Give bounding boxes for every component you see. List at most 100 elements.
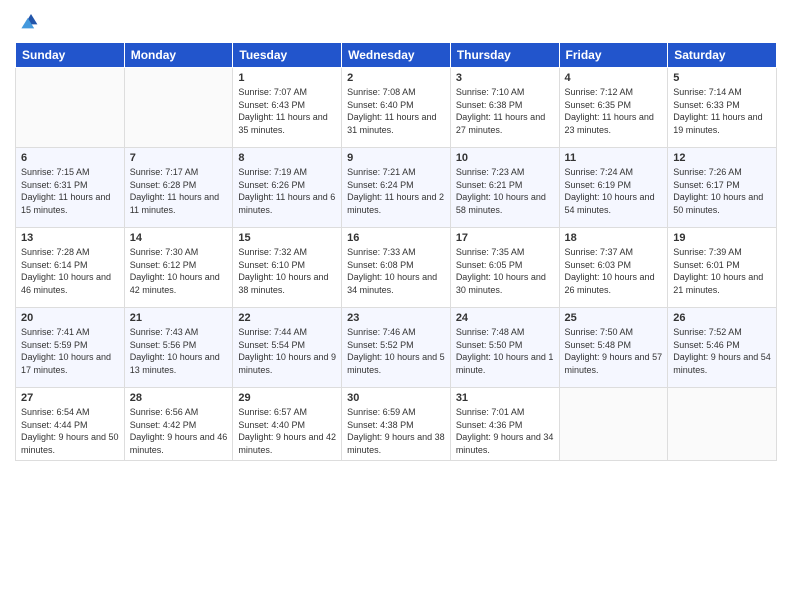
day-number: 25 <box>565 312 663 324</box>
calendar-cell: 4 Sunrise: 7:12 AMSunset: 6:35 PMDaylight… <box>559 68 668 148</box>
calendar-cell: 19 Sunrise: 7:39 AMSunset: 6:01 PMDayligh… <box>668 228 777 308</box>
day-info: Sunrise: 7:33 AMSunset: 6:08 PMDaylight:… <box>347 246 445 296</box>
day-info: Sunrise: 7:24 AMSunset: 6:19 PMDaylight:… <box>565 166 663 216</box>
logo <box>15 10 43 34</box>
day-header: Sunday <box>16 43 125 68</box>
day-header: Friday <box>559 43 668 68</box>
day-info: Sunrise: 7:14 AMSunset: 6:33 PMDaylight:… <box>673 86 771 136</box>
day-number: 21 <box>130 312 228 324</box>
day-info: Sunrise: 7:46 AMSunset: 5:52 PMDaylight:… <box>347 326 445 376</box>
day-number: 23 <box>347 312 445 324</box>
day-info: Sunrise: 7:15 AMSunset: 6:31 PMDaylight:… <box>21 166 119 216</box>
calendar-cell: 7Sunrise: 7:17 AMSunset: 6:28 PMDaylight… <box>124 148 233 228</box>
day-number: 12 <box>673 152 771 164</box>
day-info: Sunrise: 7:23 AMSunset: 6:21 PMDaylight:… <box>456 166 554 216</box>
day-number: 5 <box>673 72 771 84</box>
day-info: Sunrise: 7:26 AMSunset: 6:17 PMDaylight:… <box>673 166 771 216</box>
day-number: 26 <box>673 312 771 324</box>
calendar-cell: 9 Sunrise: 7:21 AMSunset: 6:24 PMDaylight… <box>342 148 451 228</box>
calendar-cell: 14 Sunrise: 7:30 AMSunset: 6:12 PMDayligh… <box>124 228 233 308</box>
day-number: 6 <box>21 152 119 164</box>
day-number: 15 <box>238 232 336 244</box>
calendar-cell: 30 Sunrise: 6:59 AMSunset: 4:38 PMDayligh… <box>342 388 451 461</box>
day-number: 24 <box>456 312 554 324</box>
day-info: Sunrise: 7:37 AMSunset: 6:03 PMDaylight:… <box>565 246 663 296</box>
day-info: Sunrise: 7:08 AMSunset: 6:40 PMDaylight:… <box>347 86 445 136</box>
day-info: Sunrise: 7:12 AMSunset: 6:35 PMDaylight:… <box>565 86 663 136</box>
day-info: Sunrise: 7:44 AMSunset: 5:54 PMDaylight:… <box>238 326 336 376</box>
calendar-cell: 15 Sunrise: 7:32 AMSunset: 6:10 PMDayligh… <box>233 228 342 308</box>
day-header: Saturday <box>668 43 777 68</box>
day-info: Sunrise: 7:50 AMSunset: 5:48 PMDaylight:… <box>565 326 663 376</box>
day-number: 14 <box>130 232 228 244</box>
day-info: Sunrise: 7:35 AMSunset: 6:05 PMDaylight:… <box>456 246 554 296</box>
day-info: Sunrise: 7:30 AMSunset: 6:12 PMDaylight:… <box>130 246 228 296</box>
day-info: Sunrise: 7:19 AMSunset: 6:26 PMDaylight:… <box>238 166 336 216</box>
day-info: Sunrise: 7:10 AMSunset: 6:38 PMDaylight:… <box>456 86 554 136</box>
day-number: 11 <box>565 152 663 164</box>
day-number: 9 <box>347 152 445 164</box>
calendar-cell: 25 Sunrise: 7:50 AMSunset: 5:48 PMDayligh… <box>559 308 668 388</box>
day-number: 19 <box>673 232 771 244</box>
day-number: 20 <box>21 312 119 324</box>
calendar-cell: 26 Sunrise: 7:52 AMSunset: 5:46 PMDayligh… <box>668 308 777 388</box>
day-number: 1 <box>238 72 336 84</box>
day-number: 30 <box>347 392 445 404</box>
calendar-cell: 13Sunrise: 7:28 AMSunset: 6:14 PMDayligh… <box>16 228 125 308</box>
calendar-cell: 21 Sunrise: 7:43 AMSunset: 5:56 PMDayligh… <box>124 308 233 388</box>
calendar-cell: 3 Sunrise: 7:10 AMSunset: 6:38 PMDaylight… <box>450 68 559 148</box>
day-number: 8 <box>238 152 336 164</box>
day-number: 29 <box>238 392 336 404</box>
calendar-cell: 12 Sunrise: 7:26 AMSunset: 6:17 PMDayligh… <box>668 148 777 228</box>
day-info: Sunrise: 7:48 AMSunset: 5:50 PMDaylight:… <box>456 326 554 376</box>
calendar-cell: 27 Sunrise: 6:54 AMSunset: 4:44 PMDayligh… <box>16 388 125 461</box>
calendar-cell: 28 Sunrise: 6:56 AMSunset: 4:42 PMDayligh… <box>124 388 233 461</box>
day-header: Wednesday <box>342 43 451 68</box>
day-info: Sunrise: 7:52 AMSunset: 5:46 PMDaylight:… <box>673 326 771 376</box>
day-number: 4 <box>565 72 663 84</box>
logo-icon <box>15 10 39 34</box>
day-number: 3 <box>456 72 554 84</box>
calendar-cell: 6 Sunrise: 7:15 AMSunset: 6:31 PMDaylight… <box>16 148 125 228</box>
calendar-cell: 31 Sunrise: 7:01 AMSunset: 4:36 PMDayligh… <box>450 388 559 461</box>
day-info: Sunrise: 7:41 AMSunset: 5:59 PMDaylight:… <box>21 326 119 376</box>
day-number: 31 <box>456 392 554 404</box>
calendar-cell <box>559 388 668 461</box>
day-info: Sunrise: 7:17 AMSunset: 6:28 PMDaylight:… <box>130 166 228 216</box>
day-number: 27 <box>21 392 119 404</box>
calendar-cell: 23 Sunrise: 7:46 AMSunset: 5:52 PMDayligh… <box>342 308 451 388</box>
calendar-cell <box>124 68 233 148</box>
day-info: Sunrise: 7:39 AMSunset: 6:01 PMDaylight:… <box>673 246 771 296</box>
calendar-cell: 11 Sunrise: 7:24 AMSunset: 6:19 PMDayligh… <box>559 148 668 228</box>
day-number: 2 <box>347 72 445 84</box>
calendar-cell: 5 Sunrise: 7:14 AMSunset: 6:33 PMDaylight… <box>668 68 777 148</box>
day-number: 22 <box>238 312 336 324</box>
day-header: Tuesday <box>233 43 342 68</box>
calendar-cell <box>16 68 125 148</box>
day-info: Sunrise: 7:21 AMSunset: 6:24 PMDaylight:… <box>347 166 445 216</box>
day-info: Sunrise: 6:56 AMSunset: 4:42 PMDaylight:… <box>130 406 228 456</box>
calendar-cell: 2 Sunrise: 7:08 AMSunset: 6:40 PMDaylight… <box>342 68 451 148</box>
day-info: Sunrise: 7:43 AMSunset: 5:56 PMDaylight:… <box>130 326 228 376</box>
day-number: 28 <box>130 392 228 404</box>
day-info: Sunrise: 6:57 AMSunset: 4:40 PMDaylight:… <box>238 406 336 456</box>
day-number: 17 <box>456 232 554 244</box>
day-info: Sunrise: 7:32 AMSunset: 6:10 PMDaylight:… <box>238 246 336 296</box>
day-info: Sunrise: 7:07 AMSunset: 6:43 PMDaylight:… <box>238 86 336 136</box>
calendar-cell: 22 Sunrise: 7:44 AMSunset: 5:54 PMDayligh… <box>233 308 342 388</box>
day-number: 16 <box>347 232 445 244</box>
day-info: Sunrise: 7:01 AMSunset: 4:36 PMDaylight:… <box>456 406 554 456</box>
calendar-cell: 16 Sunrise: 7:33 AMSunset: 6:08 PMDayligh… <box>342 228 451 308</box>
day-number: 10 <box>456 152 554 164</box>
page-header <box>15 10 777 34</box>
day-info: Sunrise: 6:59 AMSunset: 4:38 PMDaylight:… <box>347 406 445 456</box>
day-info: Sunrise: 6:54 AMSunset: 4:44 PMDaylight:… <box>21 406 119 456</box>
calendar-table: SundayMondayTuesdayWednesdayThursdayFrid… <box>15 42 777 461</box>
calendar-cell: 10 Sunrise: 7:23 AMSunset: 6:21 PMDayligh… <box>450 148 559 228</box>
calendar-cell: 29 Sunrise: 6:57 AMSunset: 4:40 PMDayligh… <box>233 388 342 461</box>
calendar-cell: 20 Sunrise: 7:41 AMSunset: 5:59 PMDayligh… <box>16 308 125 388</box>
calendar-cell <box>668 388 777 461</box>
day-info: Sunrise: 7:28 AMSunset: 6:14 PMDaylight:… <box>21 246 119 296</box>
calendar-cell: 18Sunrise: 7:37 AMSunset: 6:03 PMDayligh… <box>559 228 668 308</box>
calendar-cell: 17 Sunrise: 7:35 AMSunset: 6:05 PMDayligh… <box>450 228 559 308</box>
